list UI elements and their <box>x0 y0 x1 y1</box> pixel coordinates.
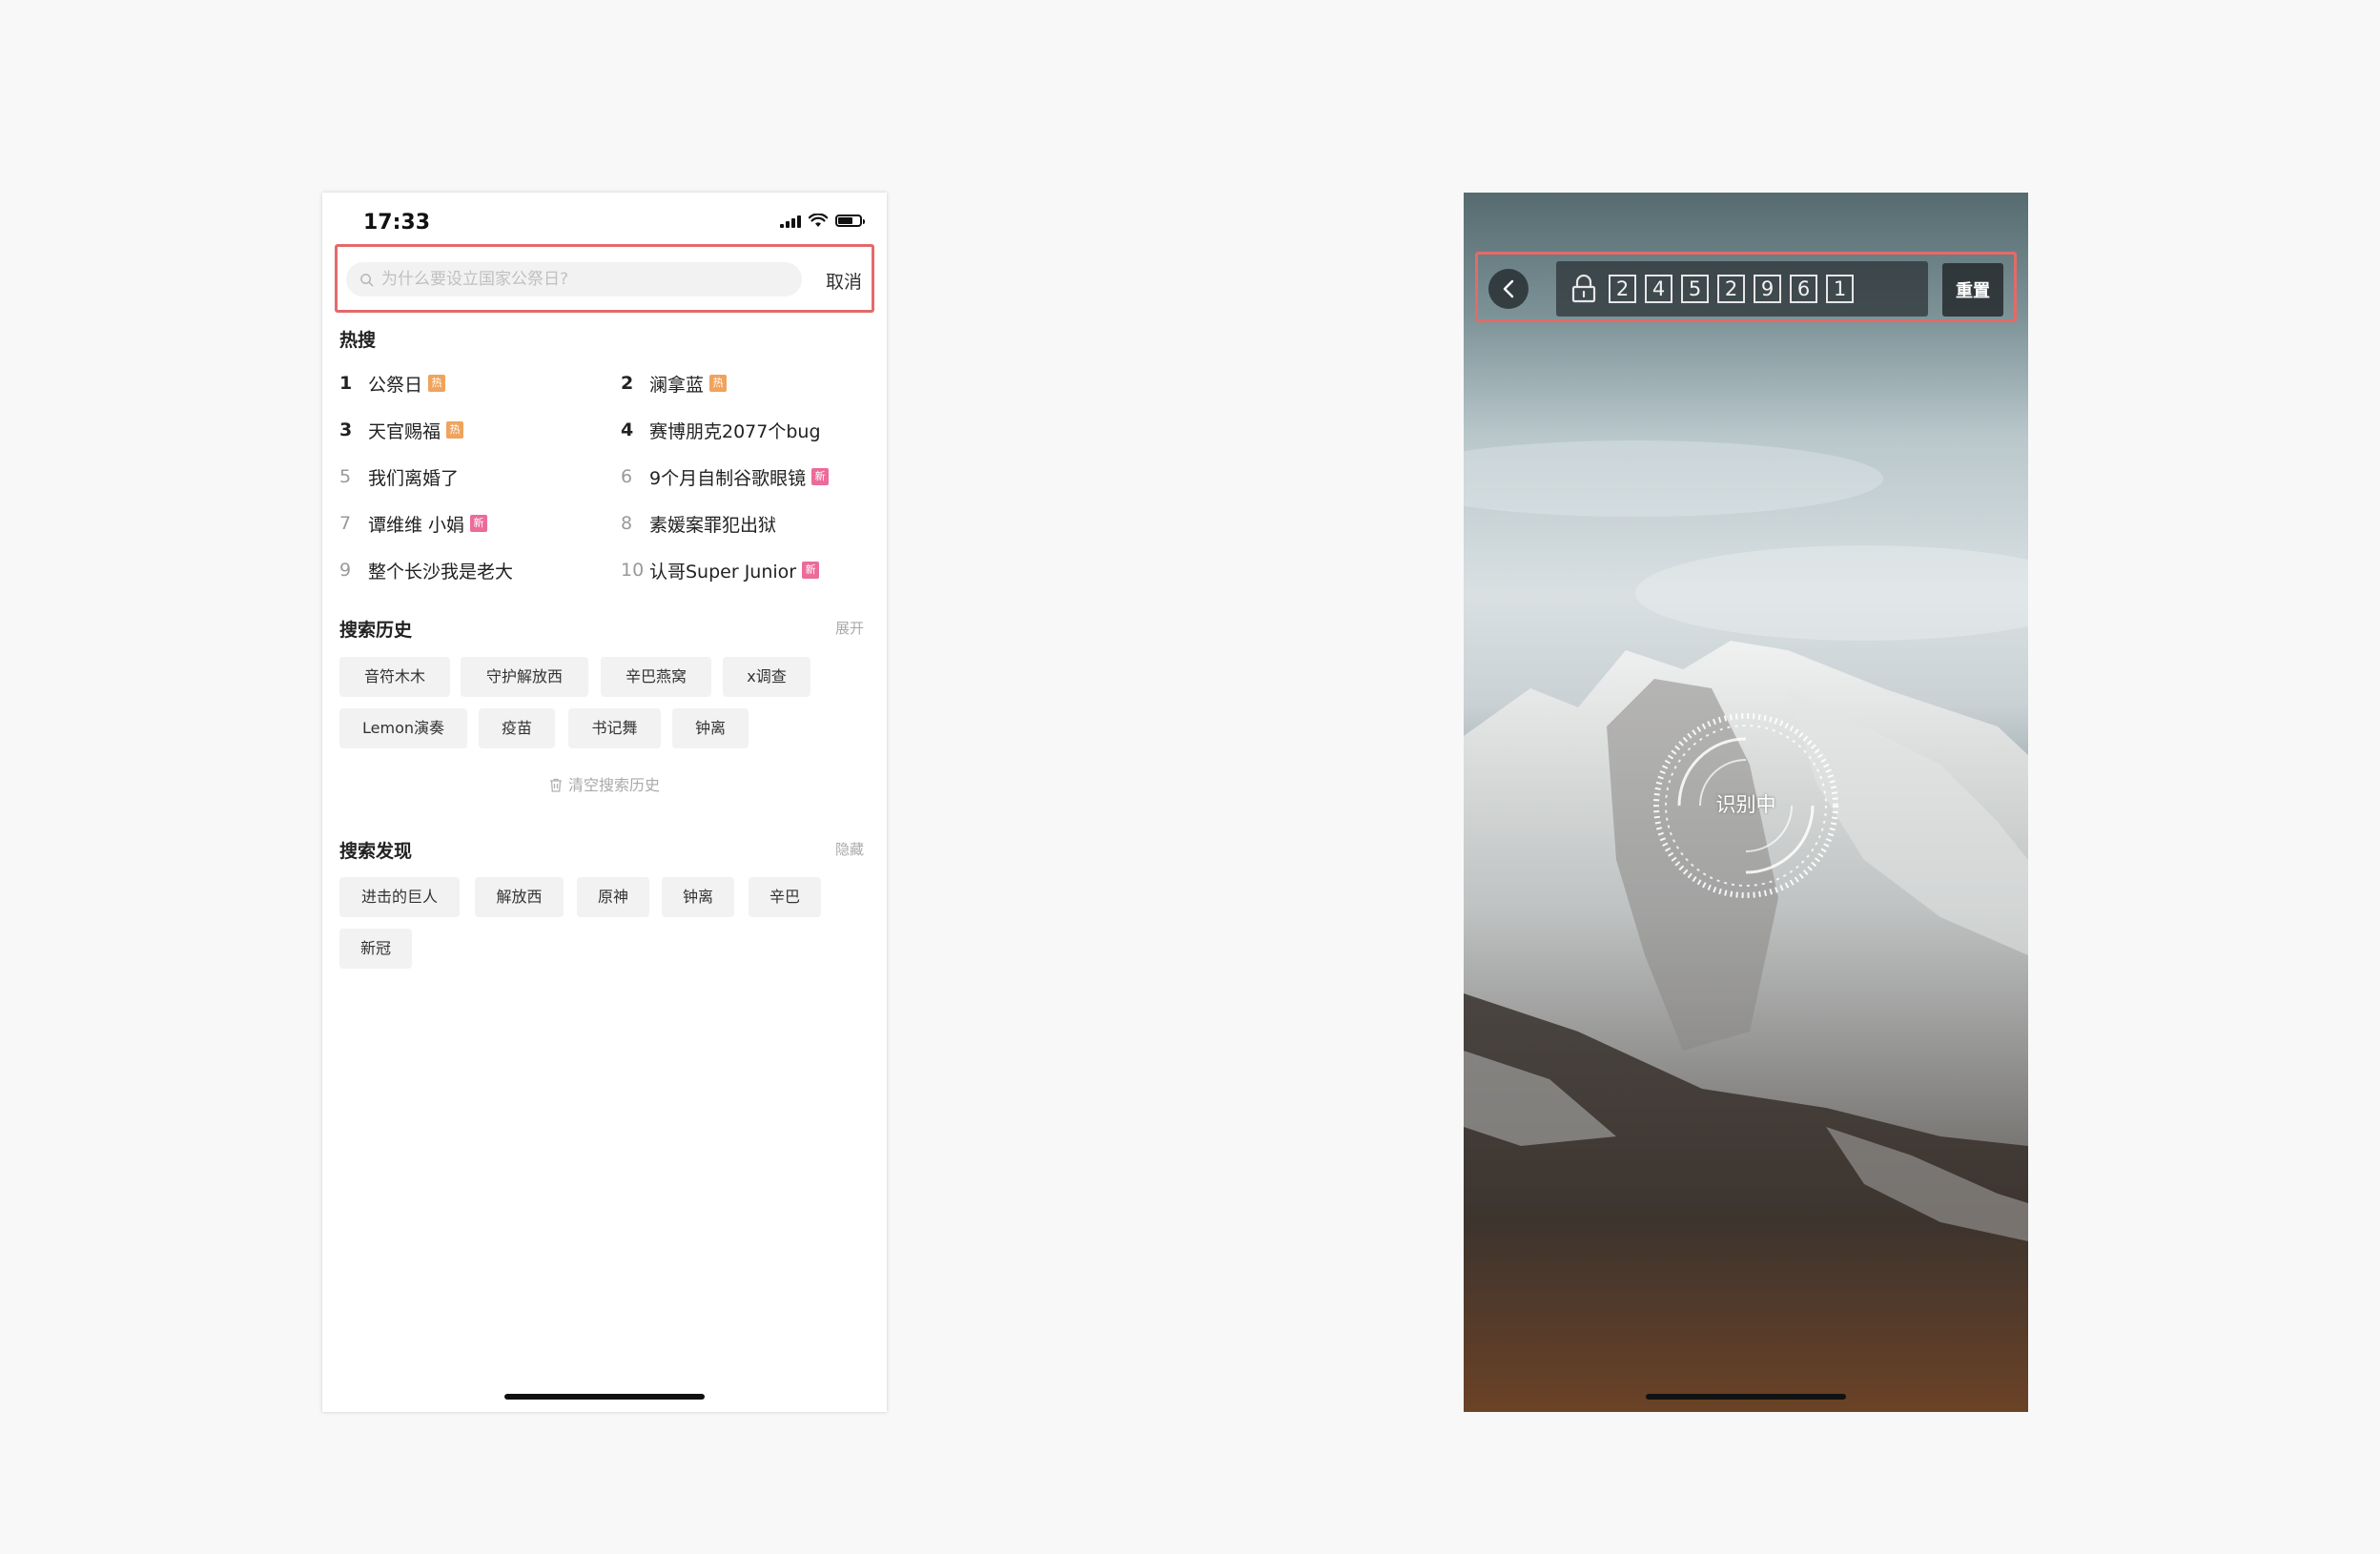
hot-badge: 热 <box>428 375 446 392</box>
hot-rank: 3 <box>339 419 353 440</box>
search-input[interactable] <box>381 262 802 296</box>
code-digit: 5 <box>1681 275 1709 303</box>
signal-icon <box>780 215 801 228</box>
hot-item[interactable]: 6 9个月自制谷歌眼镜 新 <box>621 460 830 494</box>
cancel-button[interactable]: 取消 <box>826 268 862 294</box>
code-digit: 2 <box>1717 275 1745 303</box>
clear-history-button[interactable]: 清空搜索历史 <box>322 772 887 795</box>
history-chip[interactable]: x调查 <box>723 657 810 697</box>
hot-rank: 2 <box>621 373 634 394</box>
hot-item[interactable]: 5 我们离婚了 <box>339 460 459 494</box>
status-bar: 17:33 <box>322 193 887 240</box>
hot-rank: 10 <box>621 560 645 581</box>
history-chip[interactable]: 音符木木 <box>339 657 450 697</box>
hot-text: 素媛案罪犯出狱 <box>649 514 777 536</box>
back-button[interactable] <box>1488 269 1529 309</box>
hot-badge: 新 <box>802 562 820 579</box>
search-history-title: 搜索历史 <box>339 620 413 641</box>
home-indicator[interactable] <box>504 1394 705 1400</box>
search-page-phone: 17:33 取消 热搜 1 公祭日 热 2 澜拿蓝 热 <box>322 193 887 1412</box>
hot-rank: 1 <box>339 373 353 394</box>
hot-text: 9个月自制谷歌眼镜 <box>649 467 807 489</box>
discover-chip[interactable]: 进击的巨人 <box>339 877 460 917</box>
hot-item[interactable]: 7 谭维维 小娟 新 <box>339 506 488 541</box>
history-chip[interactable]: 守护解放西 <box>461 657 588 697</box>
search-bar-highlight: 取消 <box>335 244 874 313</box>
hot-rank: 5 <box>339 466 352 487</box>
discover-chip[interactable]: 新冠 <box>339 929 412 969</box>
code-digit: 9 <box>1754 275 1781 303</box>
history-chip[interactable]: 辛巴燕窝 <box>601 657 711 697</box>
hot-text: 天官赐福 <box>368 420 441 442</box>
code-digit: 2 <box>1609 275 1636 303</box>
verification-code-bar: 2 4 5 2 9 6 1 <box>1556 261 1928 317</box>
discover-chip[interactable]: 原神 <box>577 877 649 917</box>
discover-chip[interactable]: 辛巴 <box>749 877 821 917</box>
code-digit: 4 <box>1645 275 1672 303</box>
history-chip[interactable]: Lemon演奏 <box>339 708 467 748</box>
hot-item[interactable]: 2 澜拿蓝 热 <box>621 366 728 400</box>
hot-text: 整个长沙我是老大 <box>368 561 514 583</box>
recognition-page-phone: 2 4 5 2 9 6 1 重置 识别中 <box>1464 193 2028 1412</box>
history-chip[interactable]: 疫苗 <box>479 708 555 748</box>
hot-rank: 6 <box>621 466 633 487</box>
hot-badge: 新 <box>811 468 830 485</box>
history-chip[interactable]: 钟离 <box>672 708 749 748</box>
hot-text: 认哥Super Junior <box>649 561 797 583</box>
lock-icon <box>1571 275 1596 303</box>
hot-rank: 8 <box>621 513 633 534</box>
search-icon <box>360 273 374 286</box>
search-discover-title: 搜索发现 <box>339 841 413 862</box>
hot-search-title: 热搜 <box>339 330 377 351</box>
hot-item[interactable]: 3 天官赐福 热 <box>339 413 464 447</box>
hot-item[interactable]: 1 公祭日 热 <box>339 366 446 400</box>
trash-icon <box>549 778 562 792</box>
hot-item[interactable]: 10 认哥Super Junior 新 <box>621 553 820 587</box>
scan-status-text: 识别中 <box>1715 793 1776 816</box>
hot-text: 我们离婚了 <box>368 467 460 489</box>
clear-history-label: 清空搜索历史 <box>567 776 660 794</box>
hot-text: 谭维维 小娟 <box>368 514 465 536</box>
hot-text: 澜拿蓝 <box>649 374 705 396</box>
hot-item[interactable]: 8 素媛案罪犯出狱 <box>621 506 776 541</box>
status-icons <box>780 214 865 228</box>
history-chip[interactable]: 书记舞 <box>568 708 661 748</box>
battery-icon <box>835 215 865 227</box>
hot-rank: 9 <box>339 560 352 581</box>
hot-badge: 热 <box>446 421 464 439</box>
history-expand-link[interactable]: 展开 <box>835 618 864 638</box>
discover-chip[interactable]: 解放西 <box>475 877 564 917</box>
code-digit: 6 <box>1790 275 1817 303</box>
discover-hide-link[interactable]: 隐藏 <box>835 839 864 859</box>
hot-badge: 热 <box>709 375 728 392</box>
home-indicator[interactable] <box>1646 1394 1846 1400</box>
code-digit: 1 <box>1826 275 1854 303</box>
wifi-icon <box>809 214 828 227</box>
hot-badge: 新 <box>470 515 488 532</box>
hot-rank: 4 <box>621 419 634 440</box>
hot-item[interactable]: 4 赛博朋克2077个bug <box>621 413 821 447</box>
discover-chip[interactable]: 钟离 <box>662 877 734 917</box>
hot-text: 公祭日 <box>368 374 423 396</box>
hot-text: 赛博朋克2077个bug <box>649 420 821 442</box>
hot-item[interactable]: 9 整个长沙我是老大 <box>339 553 513 587</box>
reset-button[interactable]: 重置 <box>1942 263 2003 317</box>
chevron-left-icon <box>1503 279 1514 298</box>
hot-rank: 7 <box>339 513 352 534</box>
search-box[interactable] <box>346 262 802 296</box>
status-time: 17:33 <box>363 211 431 235</box>
